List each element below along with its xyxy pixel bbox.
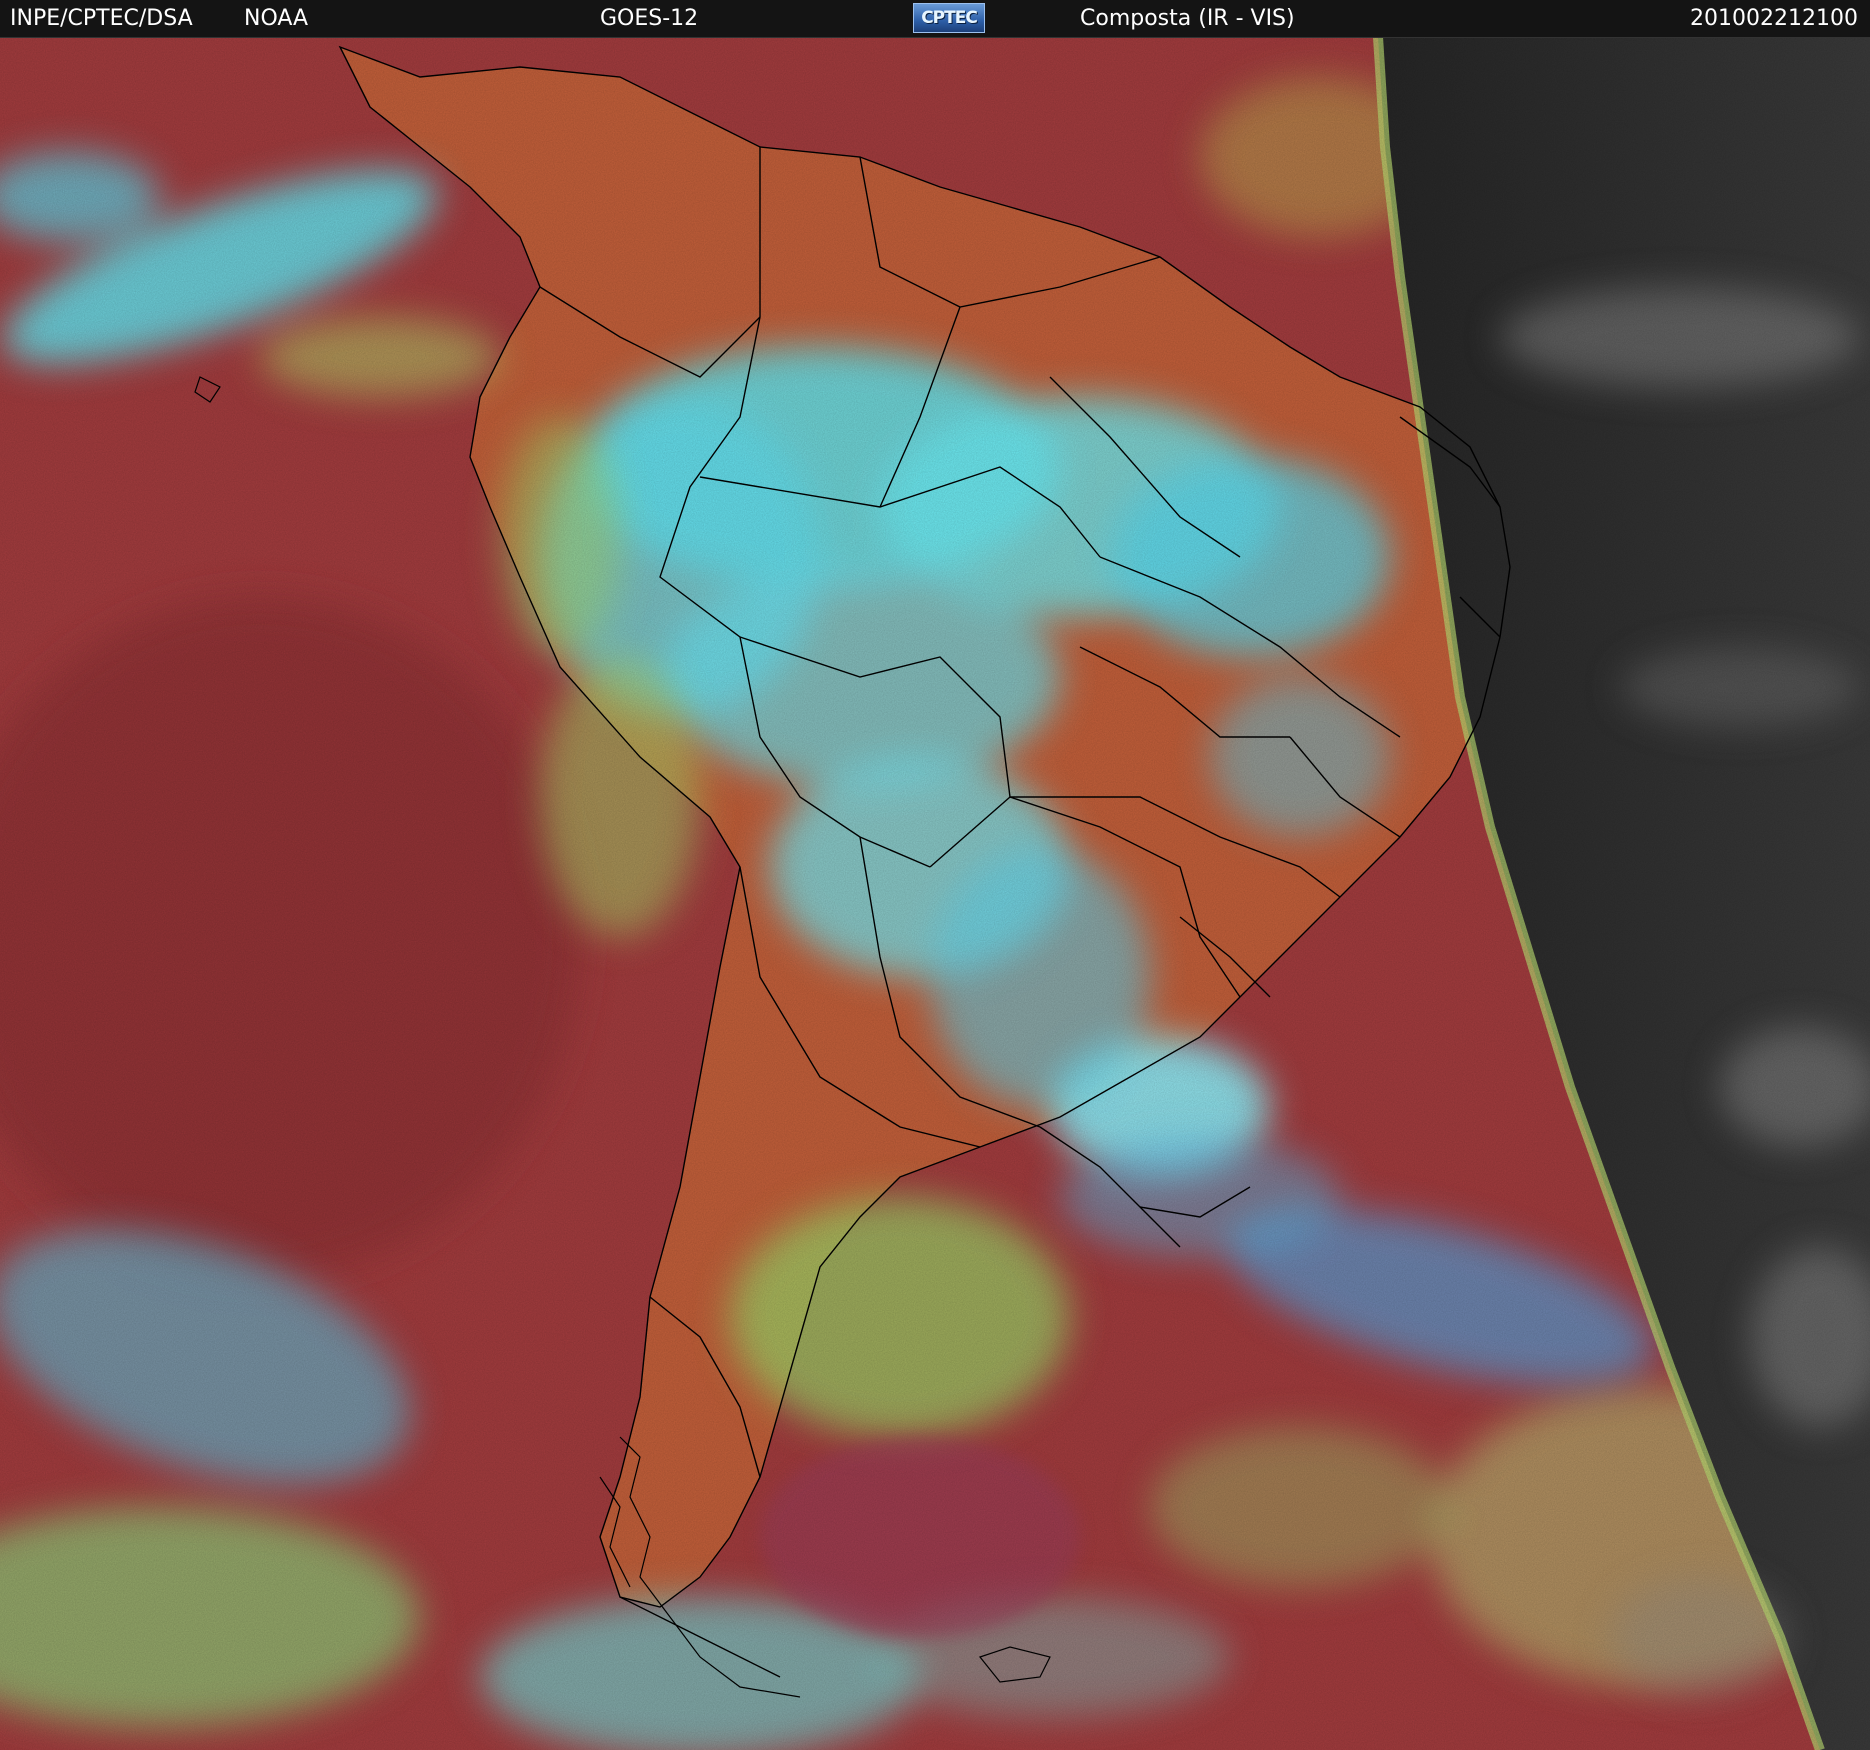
cptec-logo: CPTEC (913, 3, 985, 33)
timestamp-label: 201002212100 (1690, 6, 1858, 31)
satellite-label: GOES-12 (600, 6, 699, 31)
source-label: INPE/CPTEC/DSA (10, 6, 193, 31)
agency-label: NOAA (244, 6, 309, 31)
image-grain (0, 37, 1870, 1750)
satellite-map (0, 37, 1870, 1750)
product-label: Composta (IR - VIS) (1080, 6, 1295, 31)
header-bar: INPE/CPTEC/DSA NOAA GOES-12 CPTEC Compos… (0, 0, 1870, 38)
